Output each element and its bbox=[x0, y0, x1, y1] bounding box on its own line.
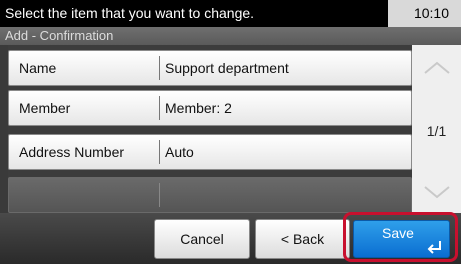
screen-title: Add - Confirmation bbox=[0, 27, 461, 45]
row-label: Address Number bbox=[19, 144, 125, 160]
page-indicator: 1/1 bbox=[426, 123, 447, 139]
scroll-panel: 1/1 bbox=[412, 45, 461, 213]
row-value: Member: 2 bbox=[165, 100, 232, 116]
enter-arrow-icon bbox=[427, 241, 441, 254]
status-bar: Select the item that you want to change.… bbox=[0, 0, 461, 27]
clock: 10:10 bbox=[413, 5, 449, 21]
row-divider bbox=[159, 96, 160, 120]
save-button[interactable]: Save bbox=[353, 220, 450, 258]
row-name[interactable]: Name Support department bbox=[8, 50, 412, 86]
chevron-up-icon bbox=[423, 61, 450, 74]
settings-list: Name Support department Member Member: 2… bbox=[8, 45, 412, 213]
row-divider bbox=[159, 56, 160, 80]
row-empty bbox=[8, 177, 412, 213]
row-label: Name bbox=[19, 60, 57, 76]
scroll-down-button[interactable] bbox=[412, 175, 461, 209]
row-divider bbox=[159, 183, 160, 207]
back-button[interactable]: < Back bbox=[255, 219, 350, 259]
row-label: Member bbox=[19, 100, 71, 116]
chevron-down-icon bbox=[423, 186, 450, 199]
cancel-button[interactable]: Cancel bbox=[154, 219, 250, 259]
row-value: Support department bbox=[165, 60, 289, 76]
row-address-number[interactable]: Address Number Auto bbox=[8, 134, 412, 170]
row-member[interactable]: Member Member: 2 bbox=[8, 90, 412, 126]
instruction-text: Select the item that you want to change. bbox=[0, 0, 388, 27]
save-label: Save bbox=[382, 225, 414, 241]
scroll-up-button[interactable] bbox=[412, 51, 461, 85]
row-divider bbox=[159, 140, 160, 164]
row-value: Auto bbox=[165, 144, 194, 160]
